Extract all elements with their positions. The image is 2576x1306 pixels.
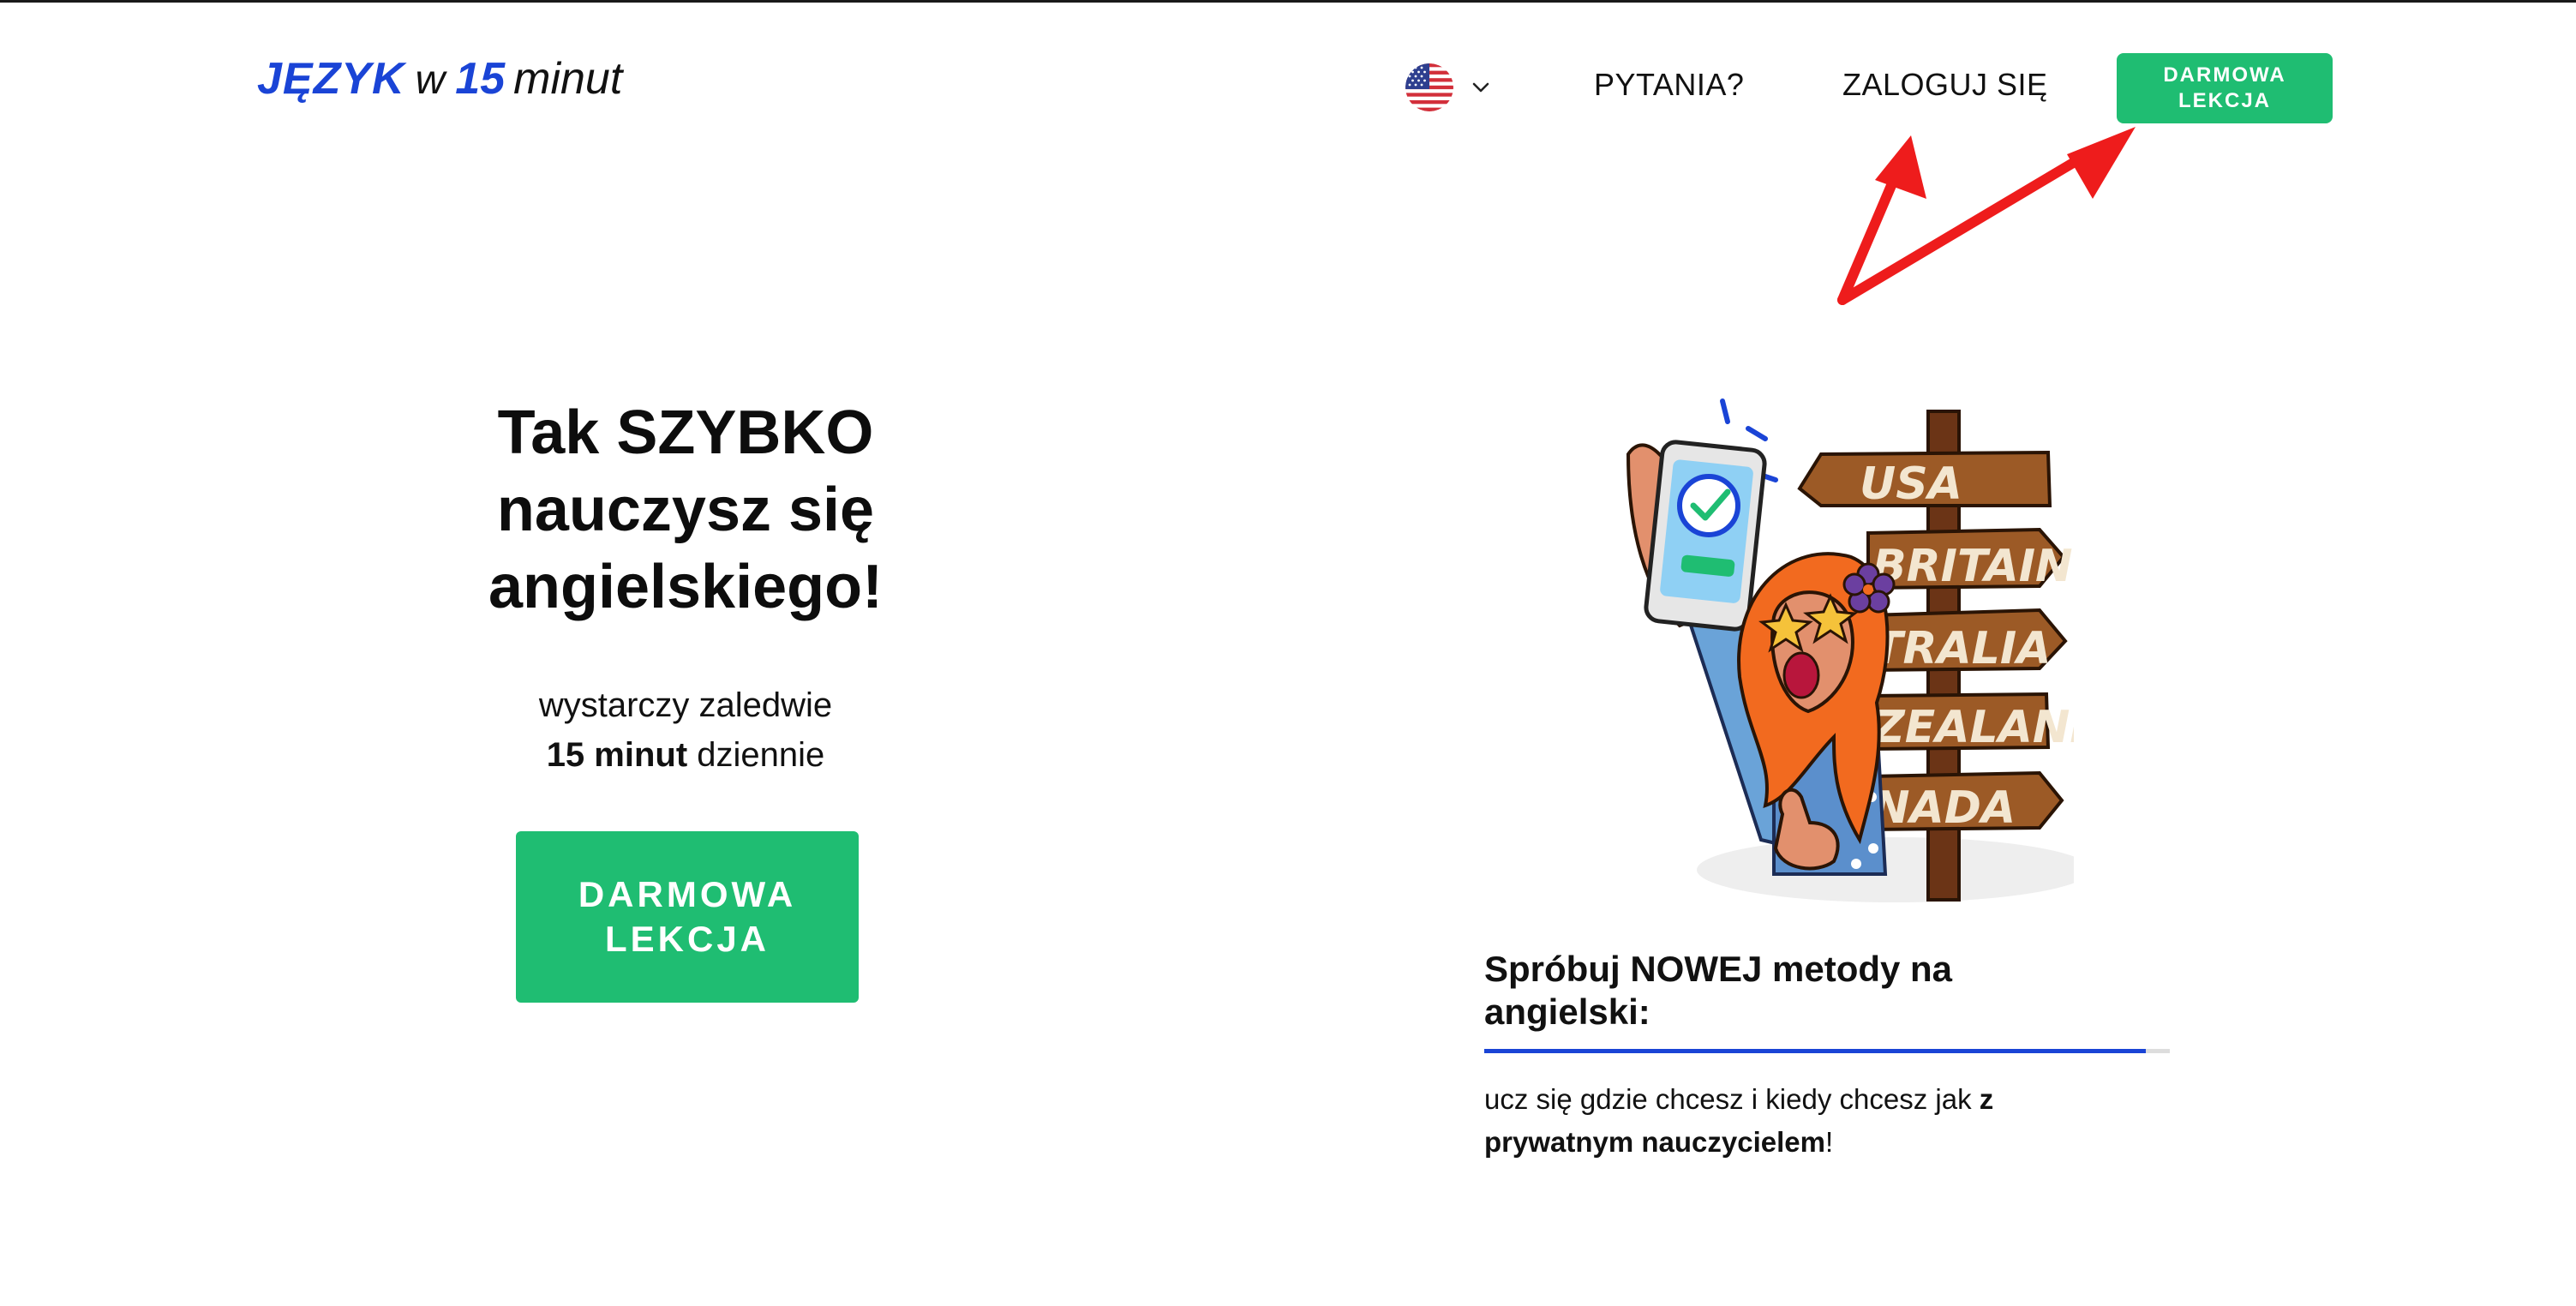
chevron-down-icon bbox=[1472, 82, 1489, 93]
hero-cta-line1: DARMOWA bbox=[578, 874, 797, 914]
hero-cta-line2: LEKCJA bbox=[604, 919, 770, 959]
hero-title-line1: Tak SZYBKO bbox=[497, 398, 874, 467]
feature-text-bold2: prywatnym nauczycielem bbox=[1484, 1126, 1825, 1158]
feature-progress-bar bbox=[1484, 1049, 2170, 1053]
hero-subtitle-bold: 15 minut bbox=[546, 736, 688, 774]
feature-progress-fill bbox=[1484, 1049, 2146, 1053]
feature-text-bold1: z bbox=[1979, 1083, 1994, 1115]
language-selector[interactable] bbox=[1405, 63, 1491, 111]
traveler-illustration: USA BRITAIN TRALIA ZEALAND NADA bbox=[1626, 398, 2074, 902]
hero-subtitle-rest: dziennie bbox=[687, 736, 825, 774]
sign-tralia: TRALIA bbox=[1872, 623, 2051, 674]
annotation-arrows bbox=[1837, 127, 2136, 305]
feature-description: ucz się gdzie chcesz i kiedy chcesz jak … bbox=[1484, 1078, 2101, 1164]
feature-text-end: ! bbox=[1825, 1126, 1834, 1158]
feature-text-normal: ucz się gdzie chcesz i kiedy chcesz jak bbox=[1484, 1083, 1980, 1115]
sign-britain: BRITAIN bbox=[1872, 541, 2073, 592]
hero-subtitle-line1: wystarczy zaledwie bbox=[538, 686, 833, 724]
us-flag-icon bbox=[1405, 63, 1453, 111]
hero-title-line3: angielskiego! bbox=[488, 553, 884, 621]
nav-questions-link[interactable]: PYTANIA? bbox=[1594, 67, 1744, 103]
hero-subtitle: wystarczy zaledwie 15 minut dziennie bbox=[446, 680, 926, 780]
feature-title-line2: angielski: bbox=[1484, 991, 1650, 1032]
nav-login-link[interactable]: ZALOGUJ SIĘ bbox=[1842, 67, 2048, 103]
hero-title-line2: nauczysz się bbox=[496, 476, 875, 544]
logo-word-w: w bbox=[415, 57, 446, 103]
sign-zealand: ZEALAND bbox=[1871, 702, 2074, 753]
feature-title-line1: Spróbuj NOWEJ metody na bbox=[1484, 949, 1953, 989]
header-cta-line2: LEKCJA bbox=[2178, 89, 2271, 112]
site-logo[interactable]: JĘZYK w 15 minut bbox=[257, 53, 622, 113]
logo-word-minut: minut bbox=[513, 54, 623, 104]
hero-free-lesson-button[interactable]: DARMOWA LEKCJA bbox=[516, 831, 859, 1003]
logo-word-jezyk: JĘZYK bbox=[257, 54, 405, 104]
header-cta-line1: DARMOWA bbox=[2163, 63, 2286, 87]
sign-usa: USA bbox=[1860, 458, 1962, 510]
sign-nada: NADA bbox=[1872, 782, 2016, 834]
top-border bbox=[0, 0, 2576, 3]
header-free-lesson-button[interactable]: DARMOWA LEKCJA bbox=[2117, 53, 2333, 123]
hero-title: Tak SZYBKO nauczysz się angielskiego! bbox=[446, 394, 926, 626]
logo-number-15: 15 bbox=[455, 54, 506, 104]
feature-title: Spróbuj NOWEJ metody na angielski: bbox=[1484, 948, 2016, 1033]
